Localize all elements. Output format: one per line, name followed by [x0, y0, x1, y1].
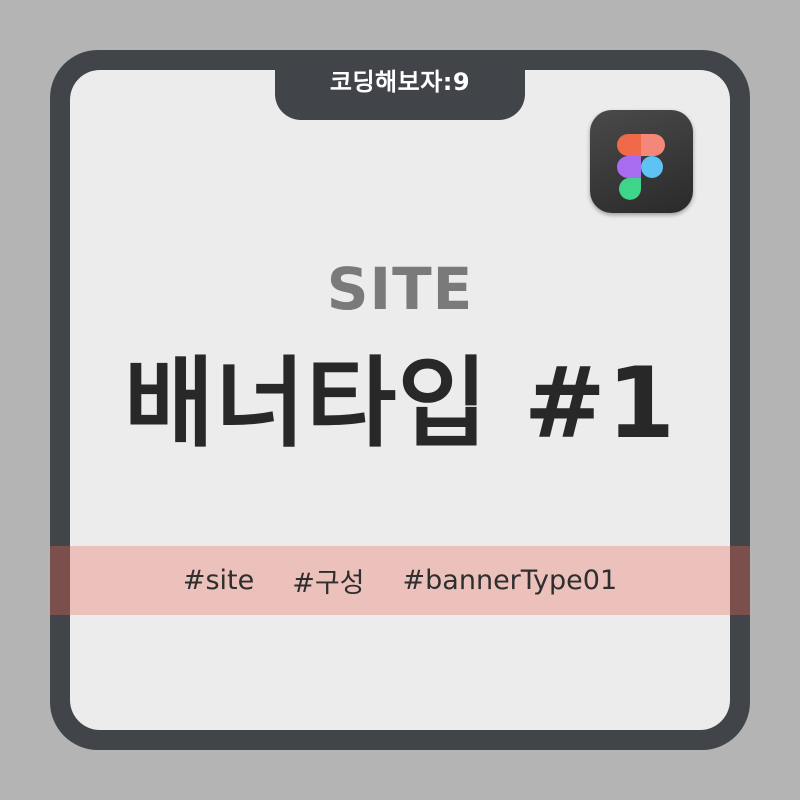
figma-icon: [590, 110, 693, 213]
figma-logo-graphic: [617, 134, 665, 200]
headline-kicker: SITE: [326, 255, 474, 323]
series-badge: 코딩해보자:9: [275, 50, 525, 120]
figma-logo-purple-segment: [617, 156, 641, 178]
series-badge-label: 코딩해보자:9: [329, 68, 471, 96]
headline-title: 배너타입 #1: [123, 347, 677, 461]
tag-item: #bannerType01: [402, 565, 618, 596]
figma-logo-blue-segment: [641, 156, 663, 178]
thumbnail-canvas: 코딩해보자:9 SITE 배너타입 #1 #site #구성 #bannerTy…: [0, 0, 800, 800]
tag-list: #site #구성 #bannerType01: [50, 546, 750, 615]
tag-item: #구성: [292, 568, 365, 599]
figma-logo-red-segment: [617, 134, 641, 156]
figma-logo-orange-segment: [641, 134, 665, 156]
figma-logo-green-segment: [619, 178, 641, 200]
tag-item: #site: [182, 565, 255, 596]
tag-band: #site #구성 #bannerType01: [50, 546, 750, 615]
